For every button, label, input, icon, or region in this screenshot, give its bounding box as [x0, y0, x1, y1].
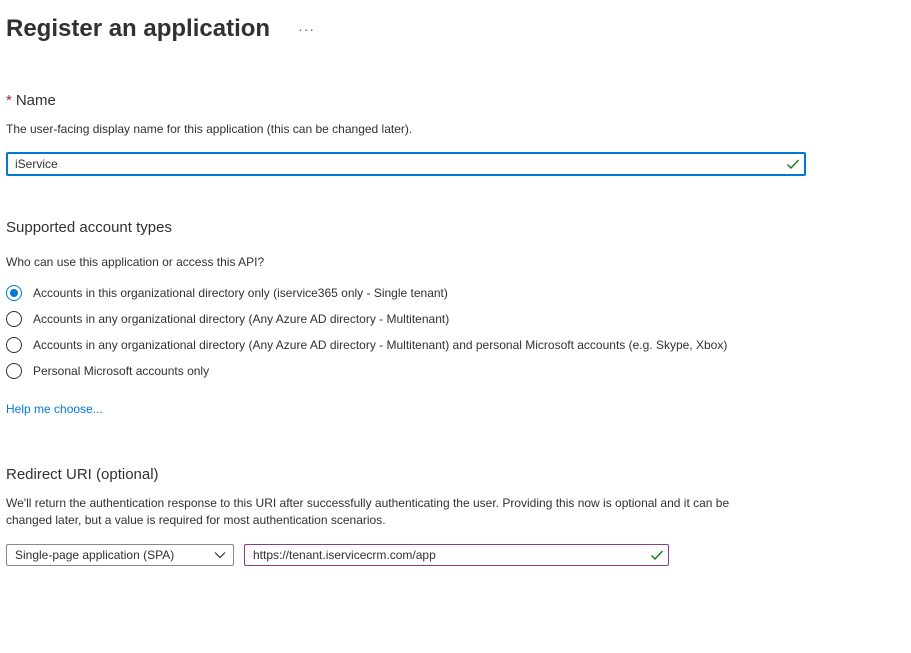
name-heading-label: Name	[15, 92, 56, 109]
title-row: Register an application ···	[6, 14, 319, 44]
redirect-uri-input[interactable]	[245, 546, 650, 564]
radio-button[interactable]	[6, 337, 22, 353]
account-type-option-single-tenant[interactable]: Accounts in this organizational director…	[6, 280, 727, 306]
radio-label: Personal Microsoft accounts only	[33, 364, 210, 378]
more-options-button[interactable]: ···	[294, 19, 319, 39]
account-type-option-multitenant-personal[interactable]: Accounts in any organizational directory…	[6, 332, 727, 358]
redirect-uri-heading: Redirect URI (optional)	[6, 466, 159, 483]
valid-check-icon	[787, 159, 800, 170]
redirect-uri-field	[244, 544, 669, 566]
help-me-choose-link[interactable]: Help me choose...	[6, 402, 103, 416]
account-types-heading: Supported account types	[6, 219, 172, 236]
page-title: Register an application	[6, 15, 271, 42]
account-types-question: Who can use this application or access t…	[6, 255, 265, 269]
redirect-uri-help-line-1: We'll return the authentication response…	[6, 496, 730, 510]
name-field	[6, 152, 806, 176]
radio-button[interactable]	[6, 311, 22, 327]
redirect-uri-help-line-2: changed later, but a value is required f…	[6, 513, 386, 527]
register-app-page: Register an application ··· * Name The us…	[0, 0, 911, 653]
radio-label: Accounts in any organizational directory…	[33, 312, 450, 326]
radio-label: Accounts in any organizational directory…	[33, 338, 728, 352]
platform-dropdown[interactable]: Single-page application (SPA)	[6, 544, 234, 566]
account-type-option-personal[interactable]: Personal Microsoft accounts only	[6, 358, 727, 384]
name-help-text: The user-facing display name for this ap…	[6, 122, 413, 136]
chevron-down-icon	[214, 552, 226, 559]
radio-label: Accounts in this organizational director…	[33, 286, 448, 300]
radio-button-checked[interactable]	[6, 285, 22, 301]
valid-check-icon	[651, 550, 664, 561]
account-type-radio-group: Accounts in this organizational director…	[6, 280, 727, 384]
platform-selected-value: Single-page application (SPA)	[15, 548, 175, 562]
name-input[interactable]	[8, 155, 786, 173]
radio-button[interactable]	[6, 363, 22, 379]
required-marker: *	[6, 92, 12, 109]
name-heading: * Name	[6, 92, 56, 109]
account-type-option-multitenant[interactable]: Accounts in any organizational directory…	[6, 306, 727, 332]
redirect-uri-row: Single-page application (SPA)	[6, 544, 669, 566]
